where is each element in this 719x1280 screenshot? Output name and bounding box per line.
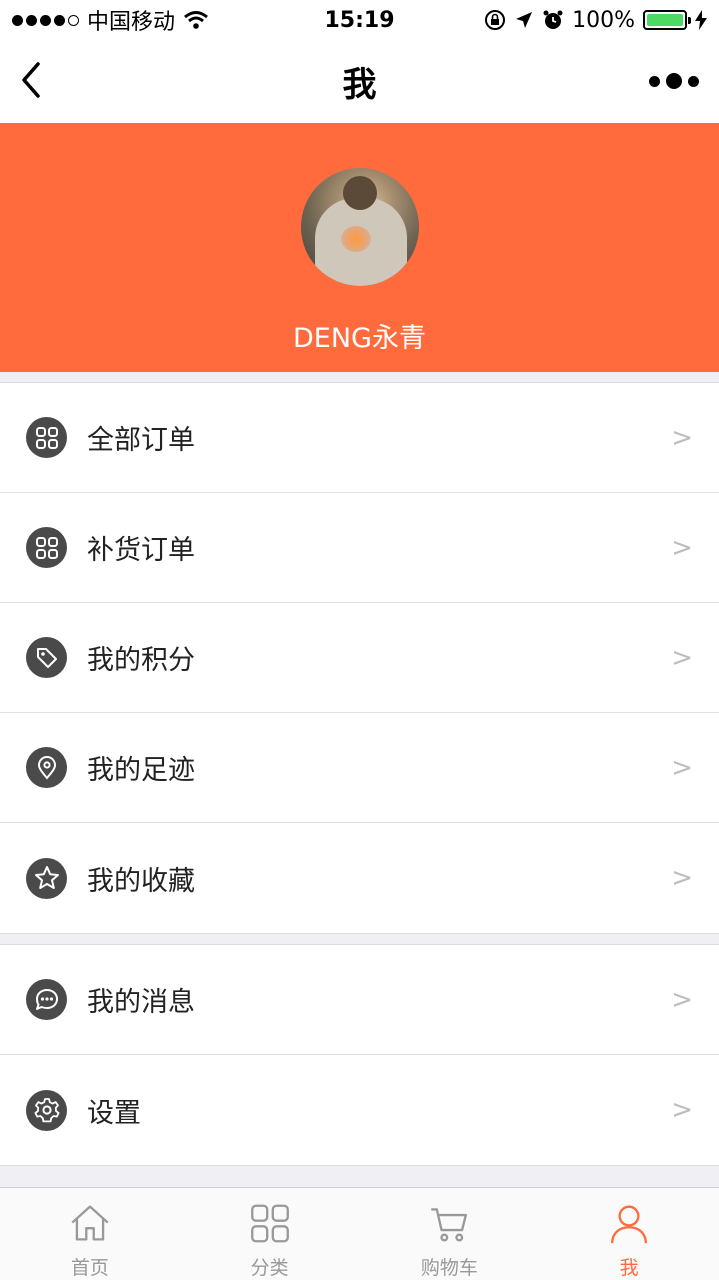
grid-icon	[26, 417, 67, 458]
status-right: 100%	[484, 8, 707, 33]
charging-bolt-icon	[695, 10, 707, 30]
menu-item-all-orders[interactable]: 全部订单 >	[0, 383, 719, 493]
more-dot-icon	[649, 75, 660, 87]
tab-category[interactable]: 分类	[180, 1188, 360, 1280]
chevron-right-icon: >	[671, 1095, 693, 1125]
grid-icon	[26, 527, 67, 568]
more-dot-icon	[688, 75, 699, 87]
more-dot-icon	[666, 73, 682, 89]
battery-percentage: 100%	[572, 7, 635, 33]
menu-item-label: 我的收藏	[87, 865, 195, 897]
profile-header: DENG永青	[0, 123, 719, 372]
location-arrow-icon	[516, 12, 533, 28]
menu-item-messages[interactable]: 我的消息 >	[0, 945, 719, 1055]
signal-strength-icon	[12, 14, 79, 26]
chevron-right-icon: >	[671, 422, 693, 453]
tag-icon	[26, 637, 67, 678]
cart-icon	[431, 1208, 468, 1242]
tab-label: 购物车	[420, 1257, 478, 1279]
menu-item-label: 全部订单	[87, 425, 195, 456]
gear-icon	[26, 1089, 67, 1131]
tab-label: 我	[619, 1257, 639, 1279]
avatar[interactable]	[300, 168, 419, 286]
tab-home[interactable]: 首页	[0, 1188, 180, 1280]
back-button[interactable]	[14, 60, 54, 100]
status-bar: 中国移动 15:19 100%	[0, 0, 719, 40]
menu-item-label: 我的积分	[87, 645, 195, 676]
menu-item-label: 补货订单	[87, 535, 195, 566]
category-grid-icon	[250, 1204, 289, 1243]
chevron-right-icon: >	[671, 984, 693, 1015]
tab-label: 分类	[250, 1257, 289, 1279]
chevron-right-icon: >	[671, 752, 693, 783]
menu-item-restock-orders[interactable]: 补货订单 >	[0, 493, 719, 603]
wifi-icon	[184, 11, 208, 29]
alarm-icon	[543, 10, 563, 29]
more-options-button[interactable]	[649, 66, 699, 96]
tab-bar: 首页 分类 购物车 我	[0, 1187, 719, 1280]
page-title: 我	[342, 65, 377, 105]
rotation-lock-icon	[485, 10, 506, 30]
home-icon	[71, 1205, 109, 1241]
navigation-bar: 我	[0, 40, 719, 123]
menu-group-account: 我的消息 > 设置 >	[0, 944, 719, 1166]
menu-item-label: 设置	[87, 1097, 141, 1129]
chevron-right-icon: >	[671, 532, 693, 563]
menu-item-favorites[interactable]: 我的收藏 >	[0, 823, 719, 933]
tab-label: 首页	[70, 1257, 109, 1279]
tab-me[interactable]: 我	[539, 1188, 719, 1280]
menu-item-settings[interactable]: 设置 >	[0, 1055, 719, 1165]
chevron-left-icon	[22, 62, 40, 98]
chevron-right-icon: >	[671, 642, 693, 673]
chevron-right-icon: >	[671, 863, 693, 893]
battery-icon	[643, 10, 691, 30]
menu-item-points[interactable]: 我的积分 >	[0, 603, 719, 713]
star-icon	[26, 857, 67, 899]
username: DENG永青	[293, 323, 426, 354]
status-left: 中国移动	[12, 4, 209, 36]
menu-item-label: 我的消息	[87, 987, 195, 1018]
menu-item-label: 我的足迹	[87, 755, 195, 786]
menu-group-orders: 全部订单 > 补货订单 > 我的积分 > 我的足迹 > 我的收藏 >	[0, 382, 719, 934]
carrier-name: 中国移动	[87, 10, 176, 35]
person-icon	[611, 1205, 648, 1244]
menu-item-footprints[interactable]: 我的足迹 >	[0, 713, 719, 823]
tab-cart[interactable]: 购物车	[360, 1188, 540, 1280]
location-pin-icon	[26, 747, 67, 788]
chat-bubble-icon	[26, 979, 67, 1020]
